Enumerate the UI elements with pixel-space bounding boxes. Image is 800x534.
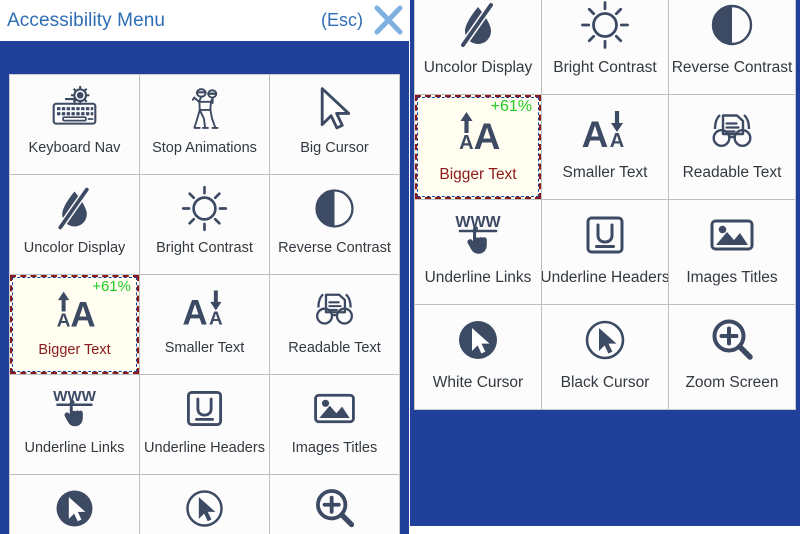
- menu-item-label: Readable Text: [682, 164, 782, 181]
- menu-item-readable-text[interactable]: Readable Text: [270, 275, 399, 374]
- droplet-slash-icon: [415, 0, 541, 60]
- menu-item-label: Underline Headers: [542, 269, 668, 286]
- menu-item-label: Smaller Text: [562, 164, 648, 181]
- menu-item-label: Smaller Text: [164, 340, 245, 356]
- menu-item-bright-contrast[interactable]: Bright Contrast: [542, 0, 668, 94]
- menu-item-label: Uncolor Display: [423, 59, 533, 76]
- white-cursor-icon: [415, 305, 541, 375]
- menu-item-smaller-text[interactable]: A A Smaller Text: [140, 275, 269, 374]
- menu-item-bright-contrast[interactable]: Bright Contrast: [140, 175, 269, 274]
- menu-item-label: Underline Links: [424, 269, 532, 286]
- accessibility-menu-panel: Accessibility Menu (Esc) Keyboard Nav Sto…: [0, 0, 409, 534]
- menu-item-white-cursor[interactable]: White Cursor: [10, 475, 139, 534]
- menu-item-label: Black Cursor: [560, 374, 650, 391]
- www-hand-icon: WWW: [10, 375, 139, 441]
- menu-item-bigger-text[interactable]: +61% A A Bigger Text: [415, 95, 541, 199]
- magnifier-plus-icon: [669, 305, 795, 375]
- half-circle-icon: [669, 0, 795, 60]
- svg-text:A: A: [57, 310, 71, 331]
- menu-item-underline-links[interactable]: WWW Underline Links: [415, 200, 541, 304]
- svg-text:A: A: [209, 308, 223, 329]
- svg-text:WWW: WWW: [53, 387, 97, 404]
- menu-item-underline-links[interactable]: WWW Underline Links: [10, 375, 139, 474]
- svg-text:A: A: [459, 132, 473, 154]
- droplet-slash-icon: [10, 175, 139, 241]
- menu-item-label: White Cursor: [432, 374, 524, 391]
- svg-text:WWW: WWW: [455, 214, 501, 231]
- menu-item-label: Keyboard Nav: [28, 140, 121, 156]
- white-cursor-icon: [10, 475, 139, 534]
- badge-bigger-text: +61%: [92, 278, 131, 295]
- menu-item-label: Reverse Contrast: [278, 240, 391, 256]
- zoomed-menu-frame: Keyboard NavStop AnimationsBig CursorUnc…: [410, 0, 800, 526]
- menu-item-black-cursor[interactable]: Black Cursor: [140, 475, 269, 534]
- big-arrow-cursor-icon: [270, 75, 399, 141]
- svg-text:A: A: [70, 295, 95, 334]
- keyboard-gear-icon: [10, 75, 139, 141]
- close-icon[interactable]: [369, 2, 407, 40]
- sun-icon: [542, 0, 668, 60]
- menu-item-label: Images Titles: [686, 269, 778, 286]
- menu-item-stop-animations[interactable]: Stop Animations: [140, 75, 269, 174]
- menu-item-label: Bigger Text: [38, 342, 111, 358]
- menu-item-readable-text[interactable]: Readable Text: [669, 95, 795, 199]
- underlined-u-icon: [140, 375, 269, 441]
- menu-item-smaller-text[interactable]: A A Smaller Text: [542, 95, 668, 199]
- menu-item-label: Big Cursor: [300, 140, 369, 156]
- menu-header: Accessibility Menu (Esc): [0, 0, 409, 41]
- text-down-arrow-icon: AA: [542, 95, 668, 165]
- black-cursor-icon: [542, 305, 668, 375]
- glasses-document-icon: [270, 275, 399, 341]
- image-frame-icon: [270, 375, 399, 441]
- svg-text:A: A: [474, 116, 501, 157]
- menu-item-label: Reverse Contrast: [671, 59, 793, 76]
- svg-text:A: A: [582, 114, 609, 155]
- underlined-u-icon: [542, 200, 668, 270]
- accessibility-options-grid: Keyboard Nav Stop Animations Big Cursor Unc…: [9, 74, 400, 534]
- page-title: Accessibility Menu: [7, 9, 166, 31]
- menu-item-images-titles[interactable]: Images Titles: [270, 375, 399, 474]
- menu-item-label: Images Titles: [291, 440, 378, 456]
- text-down-arrow-icon: AA: [140, 275, 269, 341]
- magnifier-plus-icon: [270, 475, 399, 534]
- menu-item-label: Bright Contrast: [553, 59, 657, 76]
- menu-item-label: Uncolor Display: [23, 240, 126, 256]
- menu-item-reverse-contrast[interactable]: Reverse Contrast: [669, 0, 795, 94]
- menu-item-label: Readable Text: [288, 340, 381, 356]
- menu-item-zoom-screen[interactable]: Zoom Screen: [669, 305, 795, 409]
- menu-item-uncolor-display[interactable]: Uncolor Display: [10, 175, 139, 274]
- menu-item-underline-headers[interactable]: Underline Headers: [542, 200, 668, 304]
- badge-bigger-text: +61%: [490, 98, 532, 115]
- esc-hint: (Esc): [321, 10, 363, 30]
- half-circle-icon: [270, 175, 399, 241]
- menu-item-zoom-screen[interactable]: Zoom Screen: [270, 475, 399, 534]
- menu-item-keyboard-nav[interactable]: Keyboard Nav: [10, 75, 139, 174]
- menu-item-images-titles[interactable]: Images Titles: [669, 200, 795, 304]
- menu-item-label: Underline Links: [24, 440, 125, 456]
- menu-frame: Keyboard Nav Stop Animations Big Cursor Unc…: [0, 41, 409, 534]
- menu-item-label: Bigger Text: [439, 166, 517, 183]
- menu-item-label: Zoom Screen: [685, 374, 779, 391]
- zoomed-accessibility-menu-panel: Keyboard NavStop AnimationsBig CursorUnc…: [410, 0, 800, 534]
- running-person-icon: [140, 75, 269, 141]
- svg-text:A: A: [182, 293, 207, 332]
- screenshot-root: Accessibility Menu (Esc) Keyboard Nav Sto…: [0, 0, 800, 534]
- menu-item-uncolor-display[interactable]: Uncolor Display: [415, 0, 541, 94]
- black-cursor-icon: [140, 475, 269, 534]
- sun-icon: [140, 175, 269, 241]
- menu-item-black-cursor[interactable]: Black Cursor: [542, 305, 668, 409]
- menu-item-label: Bright Contrast: [156, 240, 253, 256]
- menu-item-label: Stop Animations: [152, 140, 257, 156]
- svg-text:A: A: [610, 130, 624, 152]
- menu-item-big-cursor[interactable]: Big Cursor: [270, 75, 399, 174]
- menu-item-label: Underline Headers: [144, 440, 265, 456]
- menu-item-bigger-text[interactable]: +61% A A Bigger Text: [10, 275, 139, 374]
- menu-item-reverse-contrast[interactable]: Reverse Contrast: [270, 175, 399, 274]
- www-hand-icon: WWW: [415, 200, 541, 270]
- menu-item-white-cursor[interactable]: White Cursor: [415, 305, 541, 409]
- zoomed-accessibility-options-grid: Keyboard NavStop AnimationsBig CursorUnc…: [414, 0, 796, 410]
- image-frame-icon: [669, 200, 795, 270]
- menu-item-underline-headers[interactable]: Underline Headers: [140, 375, 269, 474]
- glasses-document-icon: [669, 95, 795, 165]
